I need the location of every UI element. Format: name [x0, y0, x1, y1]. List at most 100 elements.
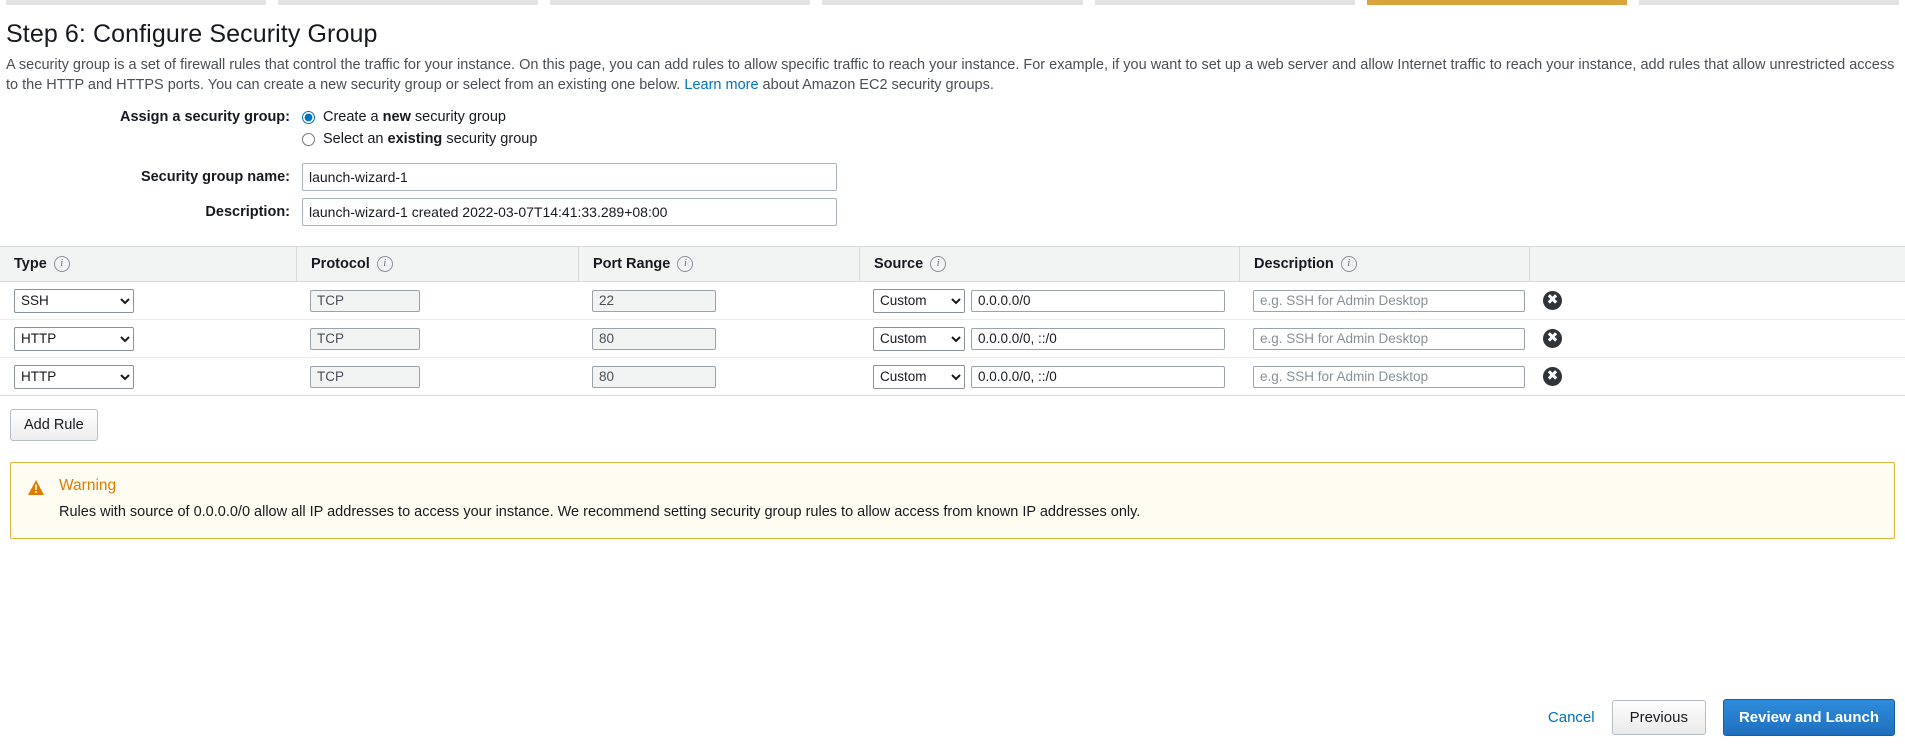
rule-source-select[interactable]: Custom: [873, 326, 965, 351]
rule-protocol-cell: [296, 327, 578, 350]
security-group-form: Assign a security group: Create a new se…: [0, 109, 1905, 226]
column-header-description: Description i: [1239, 247, 1529, 281]
rule-port-range-cell: [578, 365, 859, 388]
column-header-source-label: Source: [874, 256, 924, 272]
warning-content: Warning Rules with source of 0.0.0.0/0 a…: [59, 477, 1140, 522]
rule-type-select[interactable]: SSH: [14, 288, 134, 313]
rule-port-range-cell: [578, 327, 859, 350]
rule-type-cell: SSH: [0, 288, 296, 313]
security-group-name-row: Security group name:: [0, 163, 1905, 191]
step-segment-7[interactable]: [1638, 0, 1899, 5]
info-icon[interactable]: i: [930, 256, 947, 272]
rule-description-input[interactable]: [1253, 365, 1525, 388]
step-segment-4[interactable]: [822, 0, 1083, 5]
step-segment-3[interactable]: [550, 0, 811, 5]
page-title: Step 6: Configure Security Group: [6, 20, 378, 48]
rule-source-value-input[interactable]: [971, 365, 1225, 388]
radio-option-create-new[interactable]: Create a new security group: [302, 109, 506, 125]
step-segment-5[interactable]: [1094, 0, 1355, 5]
column-header-description-label: Description: [1254, 256, 1334, 272]
rule-source-select[interactable]: Custom: [873, 364, 965, 389]
radio-select-existing-label: Select an existing security group: [323, 131, 537, 147]
security-group-wizard-page: Step 6: Configure Security Group A secur…: [0, 0, 1905, 752]
radio-select-existing-input[interactable]: [302, 132, 315, 146]
radio-create-new-label: Create a new security group: [323, 109, 506, 125]
security-group-description-row: Description:: [0, 198, 1905, 226]
security-group-name-input[interactable]: [302, 163, 837, 191]
security-group-name-label: Security group name:: [140, 169, 290, 185]
rule-port-range-input: [592, 327, 716, 350]
column-header-type-label: Type: [14, 256, 47, 272]
delete-rule-icon[interactable]: ✖: [1543, 329, 1562, 348]
column-header-protocol-label: Protocol: [311, 256, 370, 272]
assign-security-group-label: Assign a security group:: [119, 109, 290, 125]
table-row: HTTP Custom ✖: [0, 320, 1905, 358]
cancel-link[interactable]: Cancel: [1548, 709, 1595, 726]
rule-description-input[interactable]: [1253, 289, 1525, 312]
warning-title: Warning: [59, 477, 117, 494]
step-segment-6-active[interactable]: [1366, 0, 1627, 5]
add-rule-container: Add Rule: [10, 409, 1905, 441]
rule-port-range-input: [592, 289, 716, 312]
rule-port-range-input: [592, 365, 716, 388]
page-description: A security group is a set of firewall ru…: [6, 55, 1905, 95]
column-header-port-range: Port Range i: [578, 247, 859, 281]
rule-source-value-input[interactable]: [971, 289, 1225, 312]
info-icon[interactable]: i: [53, 256, 70, 272]
radio-create-new-suffix: security group: [410, 109, 506, 125]
column-header-port-range-label: Port Range: [593, 256, 671, 272]
rule-port-range-cell: [578, 289, 859, 312]
table-row: SSH Custom ✖: [0, 282, 1905, 320]
column-header-delete: [1529, 247, 1905, 281]
info-icon[interactable]: i: [677, 256, 694, 272]
rule-type-cell: HTTP: [0, 326, 296, 351]
radio-create-new-input[interactable]: [302, 110, 315, 124]
column-header-protocol: Protocol i: [296, 247, 578, 281]
rule-protocol-input: [310, 327, 420, 350]
radio-select-existing-suffix: security group: [442, 131, 538, 147]
security-group-description-label: Description:: [205, 204, 290, 220]
rule-delete-cell: ✖: [1529, 329, 1905, 348]
step-segment-1[interactable]: [6, 0, 267, 5]
wizard-footer-actions: Cancel Previous Review and Launch: [1548, 699, 1895, 736]
radio-option-select-existing[interactable]: Select an existing security group: [302, 131, 537, 147]
rule-protocol-input: [310, 289, 420, 312]
previous-button[interactable]: Previous: [1611, 700, 1706, 735]
rule-delete-cell: ✖: [1529, 367, 1905, 386]
wizard-step-progress: [0, 0, 1905, 8]
column-header-source: Source i: [859, 247, 1239, 281]
column-header-type: Type i: [0, 247, 296, 281]
rule-delete-cell: ✖: [1529, 291, 1905, 310]
rule-source-cell: Custom: [859, 288, 1239, 313]
rule-protocol-input: [310, 365, 420, 388]
rule-description-cell: [1239, 365, 1529, 388]
info-icon[interactable]: i: [1340, 256, 1357, 272]
warning-banner: Warning Rules with source of 0.0.0.0/0 a…: [10, 462, 1895, 539]
security-group-description-input[interactable]: [302, 198, 837, 226]
info-icon[interactable]: i: [376, 256, 393, 272]
rule-description-cell: [1239, 289, 1529, 312]
rule-type-select[interactable]: HTTP: [14, 326, 134, 351]
delete-rule-icon[interactable]: ✖: [1543, 367, 1562, 386]
review-and-launch-button[interactable]: Review and Launch: [1722, 699, 1895, 736]
radio-create-new-bold: new: [382, 109, 411, 125]
add-rule-button[interactable]: Add Rule: [10, 409, 98, 441]
rule-description-input[interactable]: [1253, 327, 1525, 350]
rule-source-select[interactable]: Custom: [873, 288, 965, 313]
learn-more-link[interactable]: Learn more: [684, 77, 758, 93]
table-row: HTTP Custom ✖: [0, 358, 1905, 395]
rule-source-cell: Custom: [859, 364, 1239, 389]
rule-source-value-input[interactable]: [971, 327, 1225, 350]
radio-select-existing-prefix: Select an: [323, 131, 388, 147]
warning-message: Rules with source of 0.0.0.0/0 allow all…: [59, 504, 1141, 520]
rule-type-cell: HTTP: [0, 364, 296, 389]
page-description-text-after-link: about Amazon EC2 security groups.: [758, 77, 994, 93]
warning-triangle-icon: [28, 480, 44, 495]
radio-select-existing-bold: existing: [387, 131, 443, 147]
step-segment-2[interactable]: [278, 0, 539, 5]
rule-type-select[interactable]: HTTP: [14, 364, 134, 389]
delete-rule-icon[interactable]: ✖: [1543, 291, 1562, 310]
radio-create-new-prefix: Create a: [323, 109, 383, 125]
rule-protocol-cell: [296, 289, 578, 312]
rule-protocol-cell: [296, 365, 578, 388]
